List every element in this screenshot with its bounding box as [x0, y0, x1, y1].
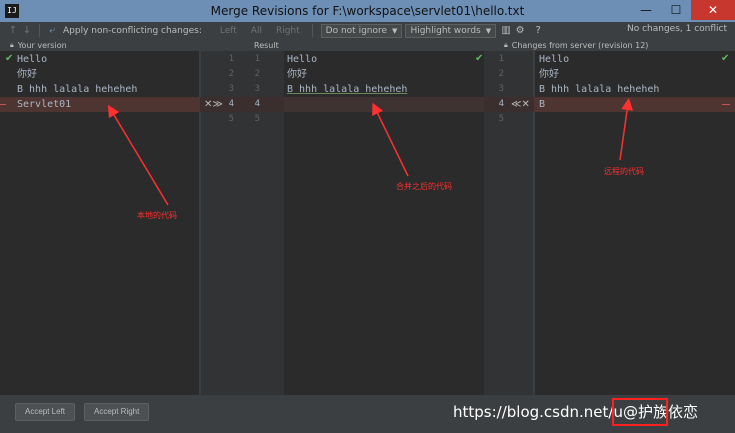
arrow-merged: [372, 102, 409, 177]
annotation-arrows: [107, 98, 634, 206]
annotation-merged: 合并之后的代码: [396, 182, 452, 191]
accept-left-button[interactable]: Accept Left: [15, 403, 76, 421]
annotation-remote: 远程的代码: [604, 167, 644, 176]
arrow-local: [107, 104, 169, 206]
annotation-box: [612, 398, 668, 426]
arrow-remote: [619, 98, 634, 161]
accept-right-button[interactable]: Accept Right: [84, 403, 150, 421]
annotation-local: 本地的代码: [137, 211, 177, 220]
